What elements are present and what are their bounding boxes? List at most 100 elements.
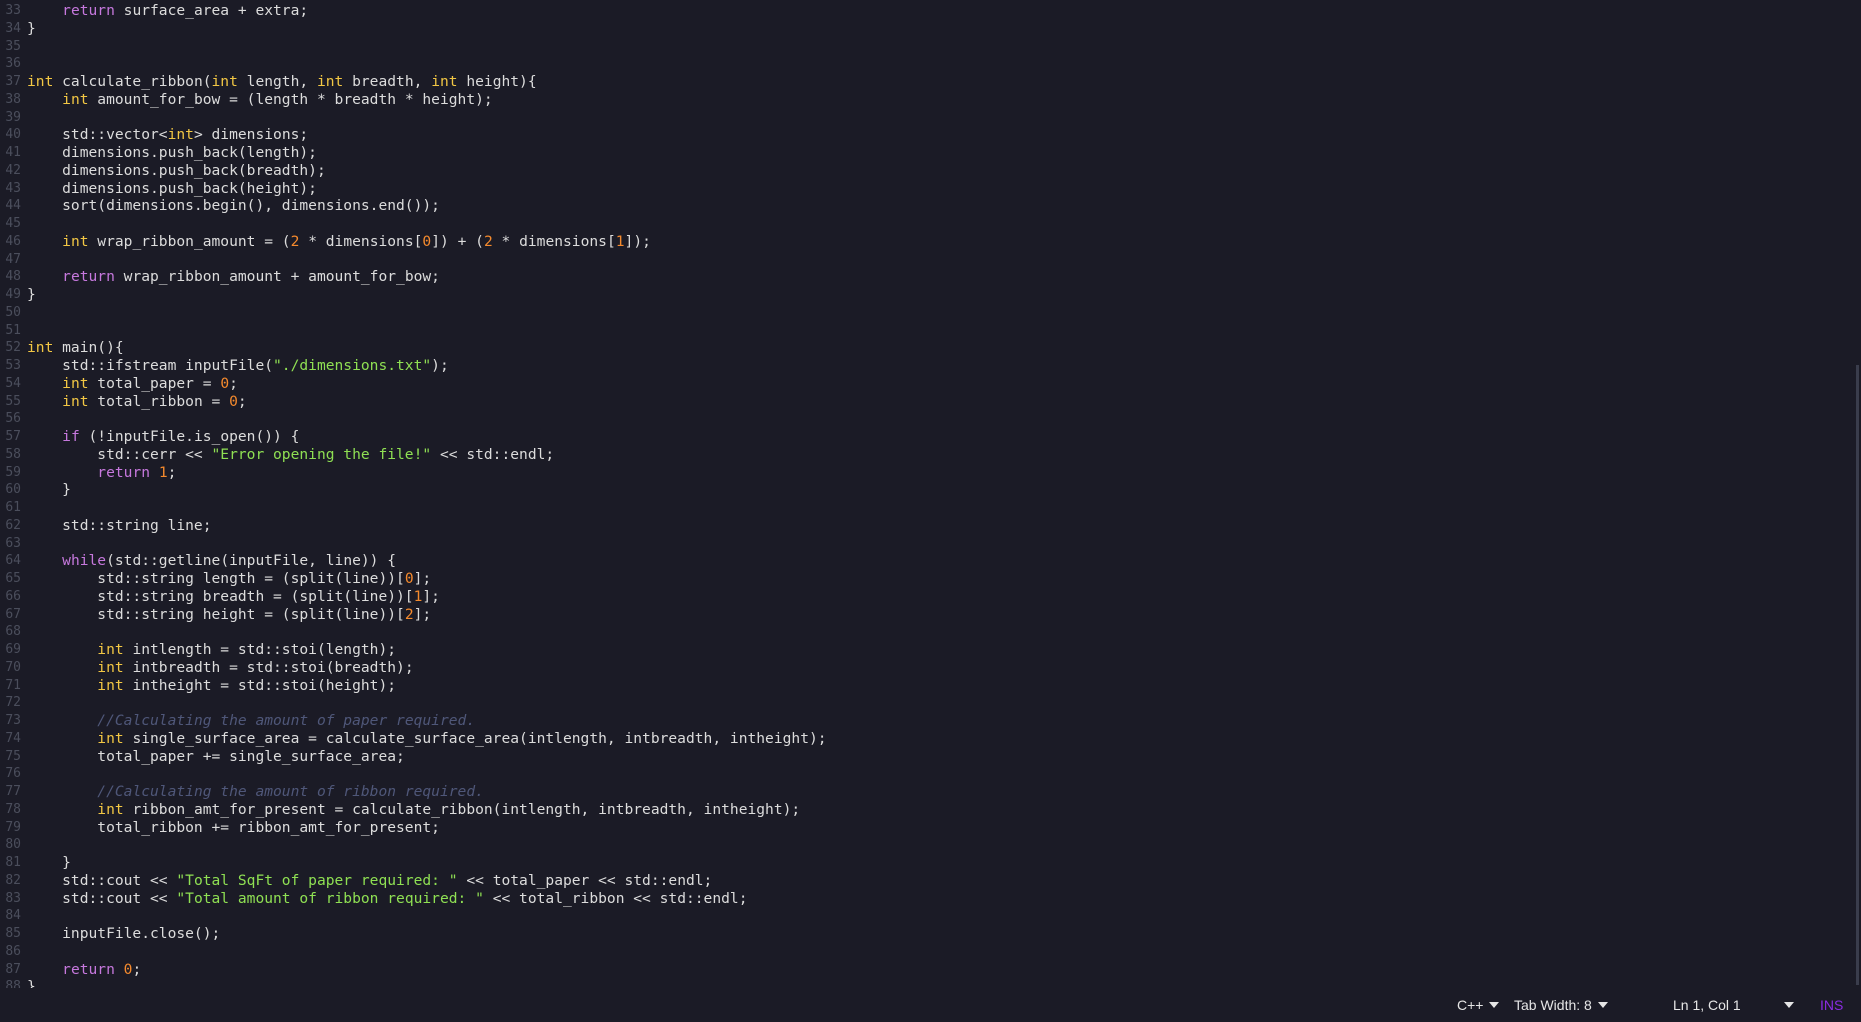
code-line[interactable]: 58 std::cerr << "Error opening the file!… [0,446,1840,464]
code-line[interactable]: 34} [0,20,1840,38]
line-code: } [27,286,36,304]
insert-mode-indicator[interactable]: INS [1820,988,1843,1018]
code-line[interactable]: 67 std::string height = (split(line))[2]… [0,606,1840,624]
code-token-plain: << std::endl; [431,445,555,463]
code-line[interactable]: 54 int total_paper = 0; [0,375,1840,393]
code-token-plain: main(){ [53,339,124,357]
code-line[interactable]: 81 } [0,854,1840,872]
line-code: } [27,20,36,38]
code-line[interactable]: 60 } [0,481,1840,499]
code-line[interactable]: 75 total_paper += single_surface_area; [0,748,1840,766]
code-token-type: int [27,73,54,90]
code-token-string: "Error opening the file!" [211,445,432,463]
code-line[interactable]: 50 [0,304,1840,322]
code-line[interactable]: 39 [0,109,1840,127]
code-line[interactable]: 71 int intheight = std::stoi(height); [0,677,1840,695]
code-line[interactable]: 55 int total_ribbon = 0; [0,393,1840,411]
code-line[interactable]: 51 [0,322,1840,340]
code-line[interactable]: 47 [0,251,1840,269]
code-line[interactable]: 78 int ribbon_amt_for_present = calculat… [0,801,1840,819]
code-token-keyword: return [62,268,115,286]
code-token-plain: std::string length = (split(line))[ [27,570,405,587]
code-line[interactable]: 88} [0,978,1840,988]
code-token-type: int [97,658,124,676]
insert-mode-label: INS [1820,997,1844,1013]
code-line[interactable]: 49} [0,286,1840,304]
code-token-plain: } [27,286,36,303]
code-line[interactable]: 72 [0,694,1840,712]
code-token-plain: (!inputFile.is_open()) { [79,428,300,445]
line-number: 68 [5,624,21,640]
code-line[interactable]: 83 std::cout << "Total amount of ribbon … [0,890,1840,908]
code-line[interactable]: 40 std::vector<int> dimensions; [0,126,1840,144]
cursor-position[interactable]: Ln 1, Col 1 [1673,988,1741,1018]
code-line[interactable]: 36 [0,55,1840,73]
scrollbar-thumb[interactable] [1856,365,1859,985]
line-number: 62 [5,517,21,533]
code-line[interactable]: 59 return 1; [0,464,1840,482]
code-token-plain: ]); [624,232,651,250]
code-line[interactable]: 35 [0,38,1840,56]
code-line[interactable]: 43 dimensions.push_back(height); [0,180,1840,198]
code-line[interactable]: 64 while(std::getline(inputFile, line)) … [0,552,1840,570]
code-line[interactable]: 87 return 0; [0,961,1840,979]
code-line[interactable]: 80 [0,836,1840,854]
code-line[interactable]: 86 [0,943,1840,961]
code-editor[interactable]: 33 return surface_area + extra; 34} 35 36 37… [0,0,1861,988]
cursor-position-dropdown[interactable] [1778,988,1794,1018]
code-line[interactable]: 70 int intbreadth = std::stoi(breadth); [0,659,1840,677]
code-area[interactable]: 33 return surface_area + extra; 34} 35 36 37… [0,2,1840,988]
code-line[interactable]: 41 dimensions.push_back(length); [0,144,1840,162]
code-line[interactable]: 56 [0,410,1840,428]
code-line[interactable]: 74 int single_surface_area = calculate_s… [0,730,1840,748]
line-code: return wrap_ribbon_amount + amount_for_b… [27,268,440,286]
code-line[interactable]: 62 std::string line; [0,517,1840,535]
code-line[interactable]: 37 int calculate_ribbon(int length, int b… [0,73,1840,91]
code-token-keyword: if [62,428,80,445]
code-line[interactable]: 46 int wrap_ribbon_amount = (2 * dimensi… [0,233,1840,251]
language-selector[interactable]: C++ [1457,988,1500,1018]
code-line[interactable]: 73 //Calculating the amount of paper req… [0,712,1840,730]
code-line[interactable]: 84 [0,907,1840,925]
code-token-plain: ]; [413,570,432,587]
line-code: if (!inputFile.is_open()) { [27,428,299,446]
code-token-plain: * dimensions[ [492,232,616,250]
code-line[interactable]: 82 std::cout << "Total SqFt of paper req… [0,872,1840,890]
code-line[interactable]: 61 [0,499,1840,517]
tab-width-selector[interactable]: Tab Width: 8 [1514,988,1608,1018]
code-token-plain: intlength = std::stoi(length); [123,641,397,658]
code-line[interactable]: 66 std::string breadth = (split(line))[1… [0,588,1840,606]
code-line[interactable]: 69 int intlength = std::stoi(length); [0,641,1840,659]
code-line[interactable]: 44 sort(dimensions.begin(), dimensions.e… [0,197,1840,215]
code-token-plain: ; [167,463,177,481]
language-label: C++ [1457,997,1484,1013]
code-line[interactable]: 53 std::ifstream inputFile("./dimensions… [0,357,1840,375]
code-token-plain: ]) + ( [431,232,484,250]
vertical-scrollbar[interactable] [1853,0,1861,988]
line-number: 40 [5,127,21,143]
code-line[interactable]: 42 dimensions.push_back(breadth); [0,162,1840,180]
code-line[interactable]: 63 [0,535,1840,553]
line-code: dimensions.push_back(breadth); [27,162,326,180]
code-line[interactable]: 45 [0,215,1840,233]
code-line[interactable]: 85 inputFile.close(); [0,925,1840,943]
line-number: 80 [5,837,21,853]
code-line[interactable]: 48 return wrap_ribbon_amount + amount_fo… [0,268,1840,286]
line-number: 72 [5,695,21,711]
status-bar: C++ Tab Width: 8 Ln 1, Col 1 INS [0,988,1861,1018]
code-line[interactable]: 77 //Calculating the amount of ribbon re… [0,783,1840,801]
code-line[interactable]: 76 [0,765,1840,783]
code-line[interactable]: 57 if (!inputFile.is_open()) { [0,428,1840,446]
code-line[interactable]: 33 return surface_area + extra; [0,2,1840,20]
code-line[interactable]: 79 total_ribbon += ribbon_amt_for_presen… [0,819,1840,837]
line-code: std::string breadth = (split(line))[1]; [27,588,440,606]
line-number: 88 [5,979,21,988]
code-line[interactable]: 68 [0,623,1840,641]
code-line[interactable]: 52 int main(){ [0,339,1840,357]
code-line[interactable]: 38 int amount_for_bow = (length * breadt… [0,91,1840,109]
code-line[interactable]: 65 std::string length = (split(line))[0]… [0,570,1840,588]
